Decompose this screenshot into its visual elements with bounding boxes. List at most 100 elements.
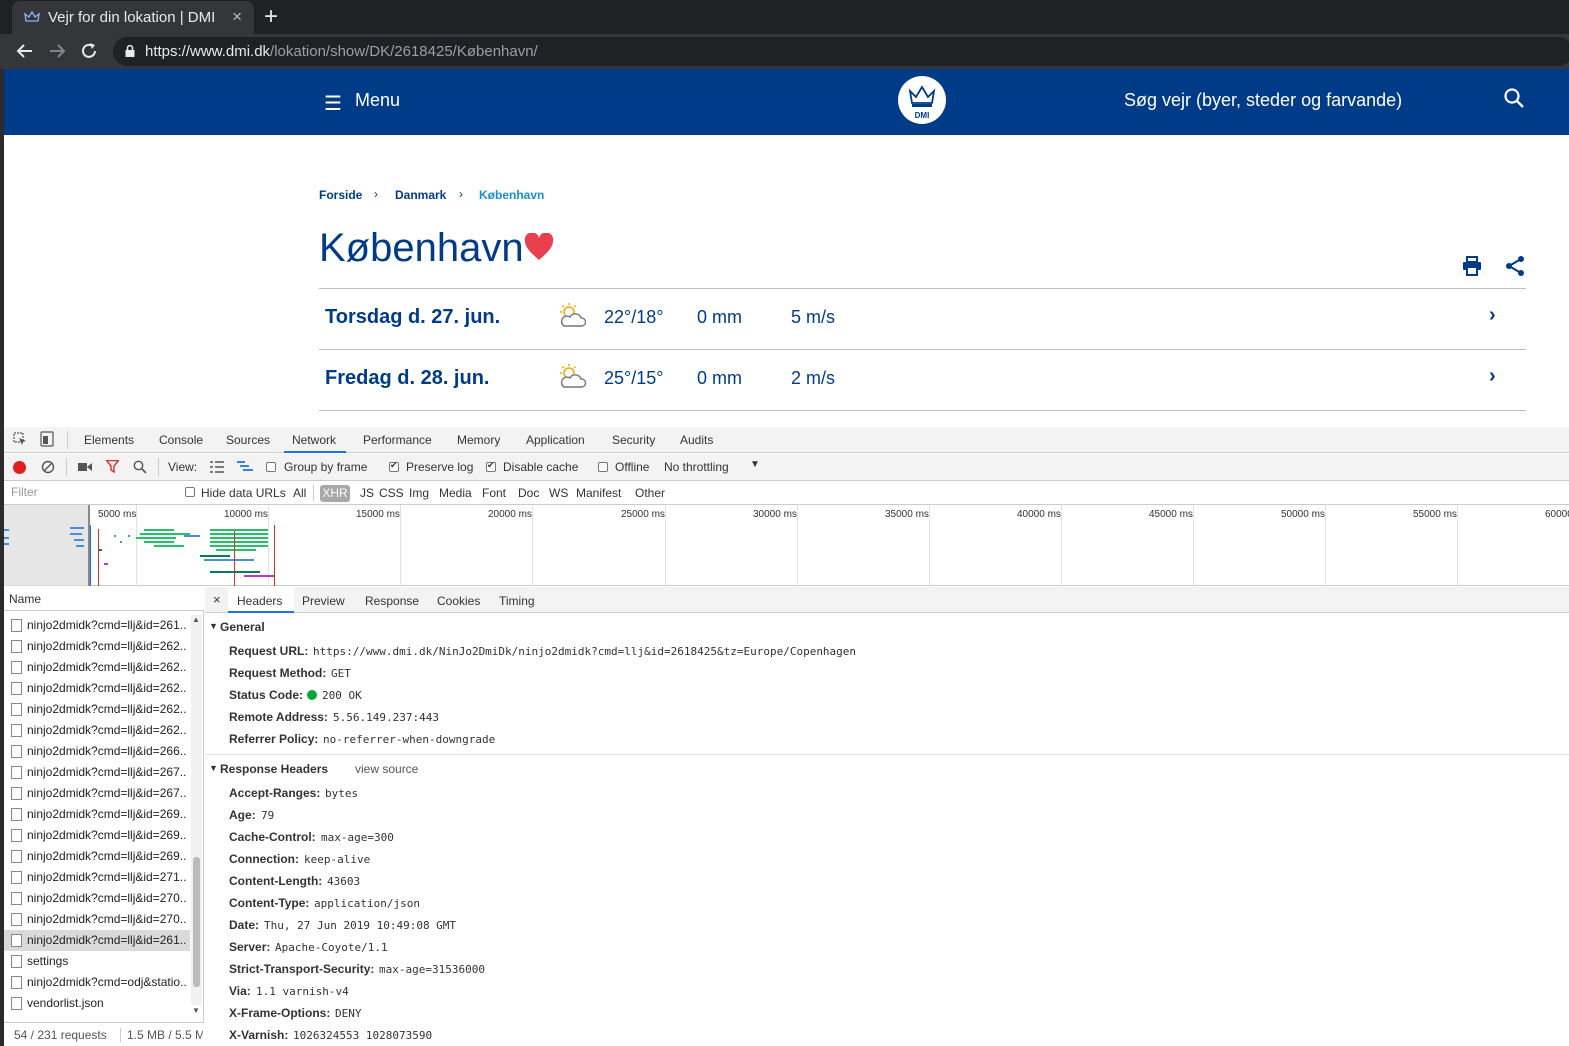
group-by-frame-label: Group by frame [284,460,368,474]
filter-input[interactable]: Filter [6,484,171,502]
filter-type-xhr[interactable]: XHR [320,485,350,502]
filter-type-ws[interactable]: WS [549,486,568,500]
tab-console[interactable]: Console [159,433,203,447]
tab-elements[interactable]: Elements [84,433,134,447]
list-view-icon[interactable] [210,461,224,473]
chevron-right-icon[interactable]: › [1489,365,1496,388]
chevron-down-icon[interactable]: ▼ [750,459,760,470]
tab-audits[interactable]: Audits [680,433,713,447]
close-details-icon[interactable]: × [213,592,221,607]
filter-type-media[interactable]: Media [439,486,472,500]
request-row[interactable]: ninjo2dmidk?cmd=llj&id=269... [4,846,190,867]
request-row[interactable]: vendorlist.json [4,993,190,1014]
forward-icon[interactable] [48,42,66,60]
tab-network[interactable]: Network [292,433,336,447]
search-icon[interactable] [133,460,147,474]
share-icon[interactable] [1504,255,1526,277]
preserve-log-checkbox[interactable] [389,460,399,472]
tab-memory[interactable]: Memory [457,433,500,447]
request-row[interactable]: ninjo2dmidk?cmd=odj&statio... [4,972,190,993]
tab-headers[interactable]: Headers [237,594,282,608]
general-section-title[interactable]: General [220,620,265,634]
hamburger-icon[interactable]: ☰ [324,91,342,116]
triangle-down-icon[interactable]: ▼ [209,621,218,631]
scroll-up-icon[interactable]: ▲ [192,615,200,624]
forecast-row[interactable]: Torsdag d. 27. jun. 22°/18° 0 mm 5 m/s › [319,288,1526,348]
request-row[interactable]: ninjo2dmidk?cmd=llj&id=262... [4,678,190,699]
request-row[interactable]: ninjo2dmidk?cmd=llj&id=262... [4,720,190,741]
filter-type-other[interactable]: Other [635,486,665,500]
request-row[interactable]: settings [4,951,190,972]
forecast-row[interactable]: Fredag d. 28. jun. 25°/15° 0 mm 2 m/s › [319,349,1526,409]
request-row[interactable]: ninjo2dmidk?cmd=llj&id=269... [4,825,190,846]
back-icon[interactable] [16,42,34,60]
clear-icon[interactable] [41,460,55,474]
request-row[interactable]: ninjo2dmidk?cmd=llj&id=267... [4,783,190,804]
filter-type-css[interactable]: CSS [379,486,404,500]
browser-tab[interactable]: Vejr for din lokation | DMI × [12,1,254,34]
request-row[interactable]: ninjo2dmidk?cmd=llj&id=270... [4,909,190,930]
request-row[interactable]: ninjo2dmidk?cmd=llj&id=267... [4,762,190,783]
request-row[interactable]: ninjo2dmidk?cmd=llj&id=262... [4,657,190,678]
chevron-right-icon[interactable]: › [1489,304,1496,327]
breadcrumb-separator: › [374,187,378,201]
address-bar[interactable]: https://www.dmi.dk/lokation/show/DK/2618… [113,37,1569,66]
throttling-select[interactable]: No throttling [664,460,729,474]
disable-cache-checkbox[interactable] [486,460,496,472]
filter-type-js[interactable]: JS [360,486,374,500]
camera-icon[interactable] [78,462,92,472]
record-icon[interactable] [13,461,26,474]
request-row[interactable]: ninjo2dmidk?cmd=llj&id=269... [4,804,190,825]
dmi-logo[interactable]: DMI [898,76,946,124]
url-text: https://www.dmi.dk/lokation/show/DK/2618… [145,43,538,60]
filter-type-img[interactable]: Img [409,486,429,500]
view-source-link[interactable]: view source [355,762,418,776]
tick-label: 50000 ms [1281,509,1325,520]
search-input[interactable]: Søg vejr (byer, steder og farvande) [1124,90,1402,111]
menu-button[interactable]: Menu [355,90,400,111]
name-column-header[interactable]: Name [4,587,204,611]
tab-timing[interactable]: Timing [499,594,535,608]
network-overview[interactable]: 5000 ms 10000 ms 15000 ms 20000 ms 25000… [4,505,1569,586]
filter-type-manifest[interactable]: Manifest [576,486,621,500]
hide-data-urls-checkbox[interactable] [185,487,195,497]
request-name: ninjo2dmidk?cmd=llj&id=262... [27,681,187,695]
filter-type-all[interactable]: All [293,486,306,500]
filter-type-doc[interactable]: Doc [518,486,539,500]
tab-cookies[interactable]: Cookies [437,594,480,608]
reload-icon[interactable] [80,42,98,60]
request-row[interactable]: ninjo2dmidk?cmd=llj&id=270... [4,888,190,909]
offline-checkbox[interactable] [598,462,608,472]
tab-close-icon[interactable]: × [232,7,242,27]
header-name: Status Code: [229,688,304,702]
request-row[interactable]: ninjo2dmidk?cmd=llj&id=262... [4,699,190,720]
request-row[interactable]: ninjo2dmidk?cmd=llj&id=261... [4,615,190,636]
filter-type-font[interactable]: Font [482,486,506,500]
waterfall-view-icon[interactable] [237,461,253,473]
favorite-heart-icon[interactable] [524,233,554,261]
tab-response[interactable]: Response [365,594,419,608]
response-headers-section-title[interactable]: Response Headers [220,762,328,776]
triangle-down-icon[interactable]: ▼ [209,763,218,773]
request-row[interactable]: ninjo2dmidk?cmd=llj&id=271... [4,867,190,888]
print-icon[interactable] [1462,256,1482,276]
breadcrumb-danmark[interactable]: Danmark [395,188,446,202]
tab-application[interactable]: Application [526,433,585,447]
request-row[interactable]: ninjo2dmidk?cmd=llj&id=261... [4,930,190,951]
request-row[interactable]: ninjo2dmidk?cmd=llj&id=262... [4,636,190,657]
screen: Vejr for din lokation | DMI × + https://… [0,0,1569,1046]
tab-sources[interactable]: Sources [226,433,270,447]
search-icon[interactable] [1503,87,1525,109]
scrollbar-thumb[interactable] [193,857,200,987]
tab-security[interactable]: Security [612,433,655,447]
group-by-frame-checkbox[interactable] [266,462,276,472]
tab-performance[interactable]: Performance [363,433,432,447]
request-row[interactable]: ninjo2dmidk?cmd=llj&id=266... [4,741,190,762]
tab-preview[interactable]: Preview [302,594,345,608]
inspect-element-icon[interactable] [13,432,27,446]
breadcrumb-forside[interactable]: Forside [319,188,362,202]
scroll-down-icon[interactable]: ▼ [192,1006,200,1015]
new-tab-button[interactable]: + [264,3,278,31]
filter-icon[interactable] [106,460,119,473]
device-toolbar-icon[interactable] [40,431,54,447]
